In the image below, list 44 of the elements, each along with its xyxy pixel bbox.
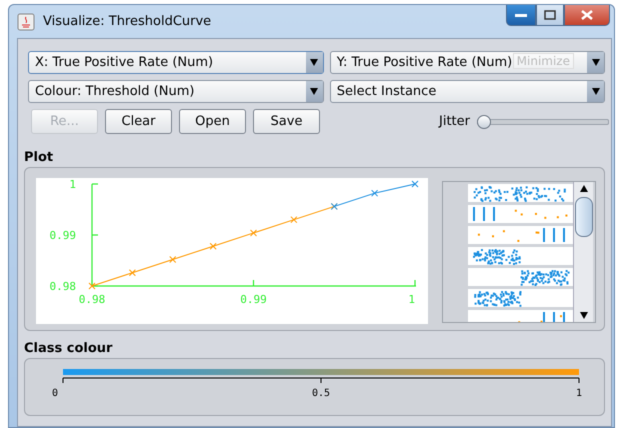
axis-label: 0.98: [78, 293, 106, 306]
dropdown-arrow-icon: [310, 88, 318, 95]
toolbar-button[interactable]: Clear: [105, 109, 172, 134]
point: [290, 216, 298, 224]
slider-thumb[interactable]: [477, 114, 491, 128]
point: [250, 229, 257, 236]
minimize-button[interactable]: [506, 5, 536, 26]
point: [169, 256, 176, 263]
legend-tick-label: 0: [52, 388, 58, 399]
jitter-slider[interactable]: [477, 114, 609, 128]
minimize-icon: [515, 14, 527, 16]
window-title: Visualize: ThresholdCurve: [43, 14, 212, 29]
point: [88, 282, 96, 290]
close-button[interactable]: [564, 5, 610, 26]
section-label: Class colour: [24, 341, 114, 356]
attribute-dropdown[interactable]: Select Instance: [330, 80, 605, 103]
dropdown-arrow-icon: [592, 88, 600, 95]
scroll-up-icon: [580, 185, 588, 192]
dropdown-arrow-icon: [592, 59, 600, 66]
section-label: Plot: [24, 150, 54, 165]
axis-label: 0.98: [50, 280, 76, 293]
legend-tick-label: 0.5: [312, 388, 330, 399]
maximize-icon: [544, 10, 556, 20]
axis-label: 1: [69, 178, 76, 191]
scrollbar[interactable]: [573, 182, 593, 322]
close-icon: [581, 10, 593, 20]
axis-label: 0.99: [50, 229, 76, 242]
toolbar-button[interactable]: Open: [179, 109, 246, 134]
scroll-down-icon: [580, 312, 588, 319]
axis-label: 1: [408, 293, 415, 306]
scroll-thumb[interactable]: [574, 197, 592, 237]
toolbar-button[interactable]: Save: [253, 109, 320, 134]
point: [128, 269, 136, 276]
maximize-button[interactable]: [536, 5, 564, 26]
attribute-dropdown[interactable]: Colour: Threshold (Num): [28, 80, 324, 103]
jitter-label: Jitter: [439, 114, 470, 129]
app-icon: [17, 12, 35, 30]
legend-tick-label: 1: [576, 388, 582, 399]
axis-label: 0.99: [240, 293, 267, 306]
dropdown-arrow-icon: [310, 59, 318, 66]
point: [210, 242, 217, 250]
point: [371, 190, 378, 197]
attribute-dropdown[interactable]: X: True Positive Rate (Num): [28, 51, 324, 74]
point: [412, 180, 418, 188]
